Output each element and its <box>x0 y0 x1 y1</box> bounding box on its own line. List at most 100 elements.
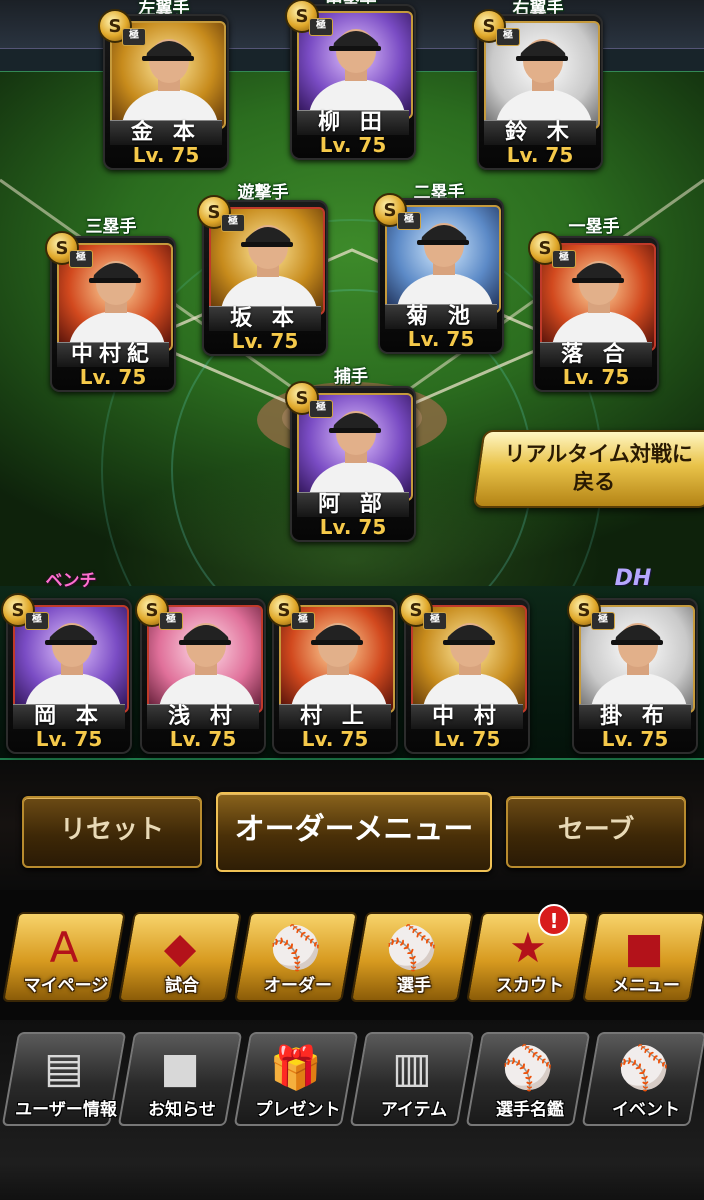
nav-main-item-0[interactable]: A マイページ <box>2 912 126 1002</box>
rank-kiwami-badge: 極 <box>159 612 183 630</box>
player-name: 岡 本 <box>13 704 125 729</box>
rank-kiwami-badge: 極 <box>122 28 146 46</box>
rank-kiwami-badge: 極 <box>397 212 421 230</box>
return-to-realtime-battle-button[interactable]: リアルタイム対戦に 戻る <box>472 430 704 508</box>
nav-main-item-icon: ⚾ <box>385 923 439 972</box>
player-level: Lv. 75 <box>319 133 387 157</box>
nav-main-item-icon: ◆ <box>163 923 197 972</box>
nav-sub-item-label: イベント <box>612 1100 680 1120</box>
nav-sub-item-3[interactable]: ▥ アイテム <box>349 1032 475 1126</box>
field-1b-player-card[interactable]: 落 合 Lv. 75 S 極 <box>528 231 659 392</box>
nav-sub-item-5[interactable]: ⚾ イベント <box>581 1032 704 1126</box>
bench1-player-card[interactable]: 岡 本 Lv. 75 S 極 <box>1 593 132 754</box>
player-name: 中村紀 <box>57 342 169 367</box>
nav-main-item-label: 選手 <box>397 976 431 996</box>
reset-button[interactable]: リセット <box>22 796 202 868</box>
dh-label: DH <box>614 566 652 591</box>
nav-sub-item-label: アイテム <box>380 1100 448 1120</box>
nav-main-item-icon: A <box>49 923 79 972</box>
rank-kiwami-badge: 極 <box>69 250 93 268</box>
player-name: 落 合 <box>540 342 652 367</box>
player-level: Lv. 75 <box>319 515 387 539</box>
player-level: Lv. 75 <box>433 727 501 751</box>
field-cf-player-card[interactable]: 柳 田 Lv. 75 S 極 <box>285 0 416 160</box>
player-name: 浅 村 <box>147 704 259 729</box>
player-level: Lv. 75 <box>506 143 574 167</box>
nav-main-item-icon: ⚾ <box>269 923 323 972</box>
nav-sub-item-label: プレゼント <box>255 1100 341 1120</box>
rank-kiwami-badge: 極 <box>25 612 49 630</box>
nav-sub-item-icon: ⚾ <box>617 1043 671 1092</box>
nav-sub-item-0[interactable]: ▤ ユーザー情報 <box>1 1032 127 1126</box>
player-name: 金 本 <box>110 120 222 145</box>
realtime-button-line2: 戻る <box>573 470 616 494</box>
nav-sub-item-icon: ■ <box>160 1043 200 1092</box>
nav-main-item-label: 試合 <box>165 976 199 996</box>
main-navigation: A マイページ ◆ 試合 ⚾ オーダー ⚾ 選手 ★ スカウト ■ メニュー <box>0 890 704 1020</box>
field-rf-player-card[interactable]: 鈴 木 Lv. 75 S 極 <box>472 9 603 170</box>
order-screen: 左翼手金 本Lv. 75S極中堅手柳 田Lv. 75S極右翼手鈴 木Lv. 75… <box>0 0 704 1200</box>
nav-main-item-3[interactable]: ⚾ 選手 <box>350 912 474 1002</box>
nav-main-item-label: オーダー <box>264 976 332 996</box>
player-name: 村 上 <box>279 704 391 729</box>
nav-sub-item-label: お知らせ <box>148 1100 216 1120</box>
player-name: 柳 田 <box>297 110 409 135</box>
nav-main-item-label: マイページ <box>23 976 109 996</box>
nav-sub-item-label: ユーザー情報 <box>15 1100 117 1120</box>
player-level: Lv. 75 <box>35 727 103 751</box>
player-level: Lv. 75 <box>407 327 475 351</box>
field-3b-player-card[interactable]: 中村紀 Lv. 75 S 極 <box>45 231 176 392</box>
nav-sub-item-1[interactable]: ■ お知らせ <box>117 1032 243 1126</box>
rank-kiwami-badge: 極 <box>552 250 576 268</box>
scout-alert-badge: ! <box>538 904 570 936</box>
player-level: Lv. 75 <box>132 143 200 167</box>
order-action-bar: リセット オーダーメニュー セーブ <box>0 760 704 890</box>
nav-sub-item-4[interactable]: ⚾ 選手名鑑 <box>465 1032 591 1126</box>
field-ss-player-card[interactable]: 坂 本 Lv. 75 S 極 <box>197 195 328 356</box>
nav-main-item-5[interactable]: ■ メニュー <box>582 912 704 1002</box>
rank-kiwami-badge: 極 <box>496 28 520 46</box>
player-name: 鈴 木 <box>484 120 596 145</box>
nav-sub-item-icon: ▥ <box>392 1043 432 1092</box>
rank-kiwami-badge: 極 <box>291 612 315 630</box>
sub-navigation: ▤ ユーザー情報 ■ お知らせ 🎁 プレゼント ▥ アイテム ⚾ 選手名鑑 ⚾ イベント <box>0 1020 704 1200</box>
player-level: Lv. 75 <box>601 727 669 751</box>
field-c-player-card[interactable]: 阿 部 Lv. 75 S 極 <box>285 381 416 542</box>
player-name: 菊 池 <box>385 304 497 329</box>
nav-sub-item-icon: ⚾ <box>501 1043 555 1092</box>
player-name: 坂 本 <box>209 306 321 331</box>
nav-main-item-icon: ■ <box>624 923 664 972</box>
player-level: Lv. 75 <box>301 727 369 751</box>
nav-main-item-4[interactable]: ★ スカウト <box>466 912 590 1002</box>
rank-kiwami-badge: 極 <box>221 214 245 232</box>
bench-label: ベンチ <box>45 571 97 591</box>
player-name: 中 村 <box>411 704 523 729</box>
nav-main-item-label: スカウト <box>496 976 564 996</box>
rank-kiwami-badge: 極 <box>591 612 615 630</box>
player-level: Lv. 75 <box>562 365 630 389</box>
nav-main-item-2[interactable]: ⚾ オーダー <box>234 912 358 1002</box>
nav-sub-item-icon: 🎁 <box>269 1043 323 1092</box>
nav-main-item-label: メニュー <box>612 976 680 996</box>
field-2b-player-card[interactable]: 菊 池 Lv. 75 S 極 <box>373 193 504 354</box>
field-lf-player-card[interactable]: 金 本 Lv. 75 S 極 <box>98 9 229 170</box>
rank-kiwami-badge: 極 <box>423 612 447 630</box>
bench2-player-card[interactable]: 浅 村 Lv. 75 S 極 <box>135 593 266 754</box>
player-name: 阿 部 <box>297 492 409 517</box>
player-level: Lv. 75 <box>169 727 237 751</box>
player-level: Lv. 75 <box>231 329 299 353</box>
nav-main-item-1[interactable]: ◆ 試合 <box>118 912 242 1002</box>
rank-kiwami-badge: 極 <box>309 400 333 418</box>
bench4-player-card[interactable]: 中 村 Lv. 75 S 極 <box>399 593 530 754</box>
rank-kiwami-badge: 極 <box>309 18 333 36</box>
dh-player-card[interactable]: 掛 布 Lv. 75 S 極 <box>567 593 698 754</box>
save-button[interactable]: セーブ <box>506 796 686 868</box>
player-name: 掛 布 <box>579 704 691 729</box>
nav-sub-item-2[interactable]: 🎁 プレゼント <box>233 1032 359 1126</box>
player-level: Lv. 75 <box>79 365 147 389</box>
realtime-button-line1: リアルタイム対戦に <box>504 442 693 466</box>
bench3-player-card[interactable]: 村 上 Lv. 75 S 極 <box>267 593 398 754</box>
order-menu-button[interactable]: オーダーメニュー <box>216 792 492 872</box>
nav-sub-item-icon: ▤ <box>44 1043 84 1092</box>
nav-sub-item-label: 選手名鑑 <box>496 1100 564 1120</box>
